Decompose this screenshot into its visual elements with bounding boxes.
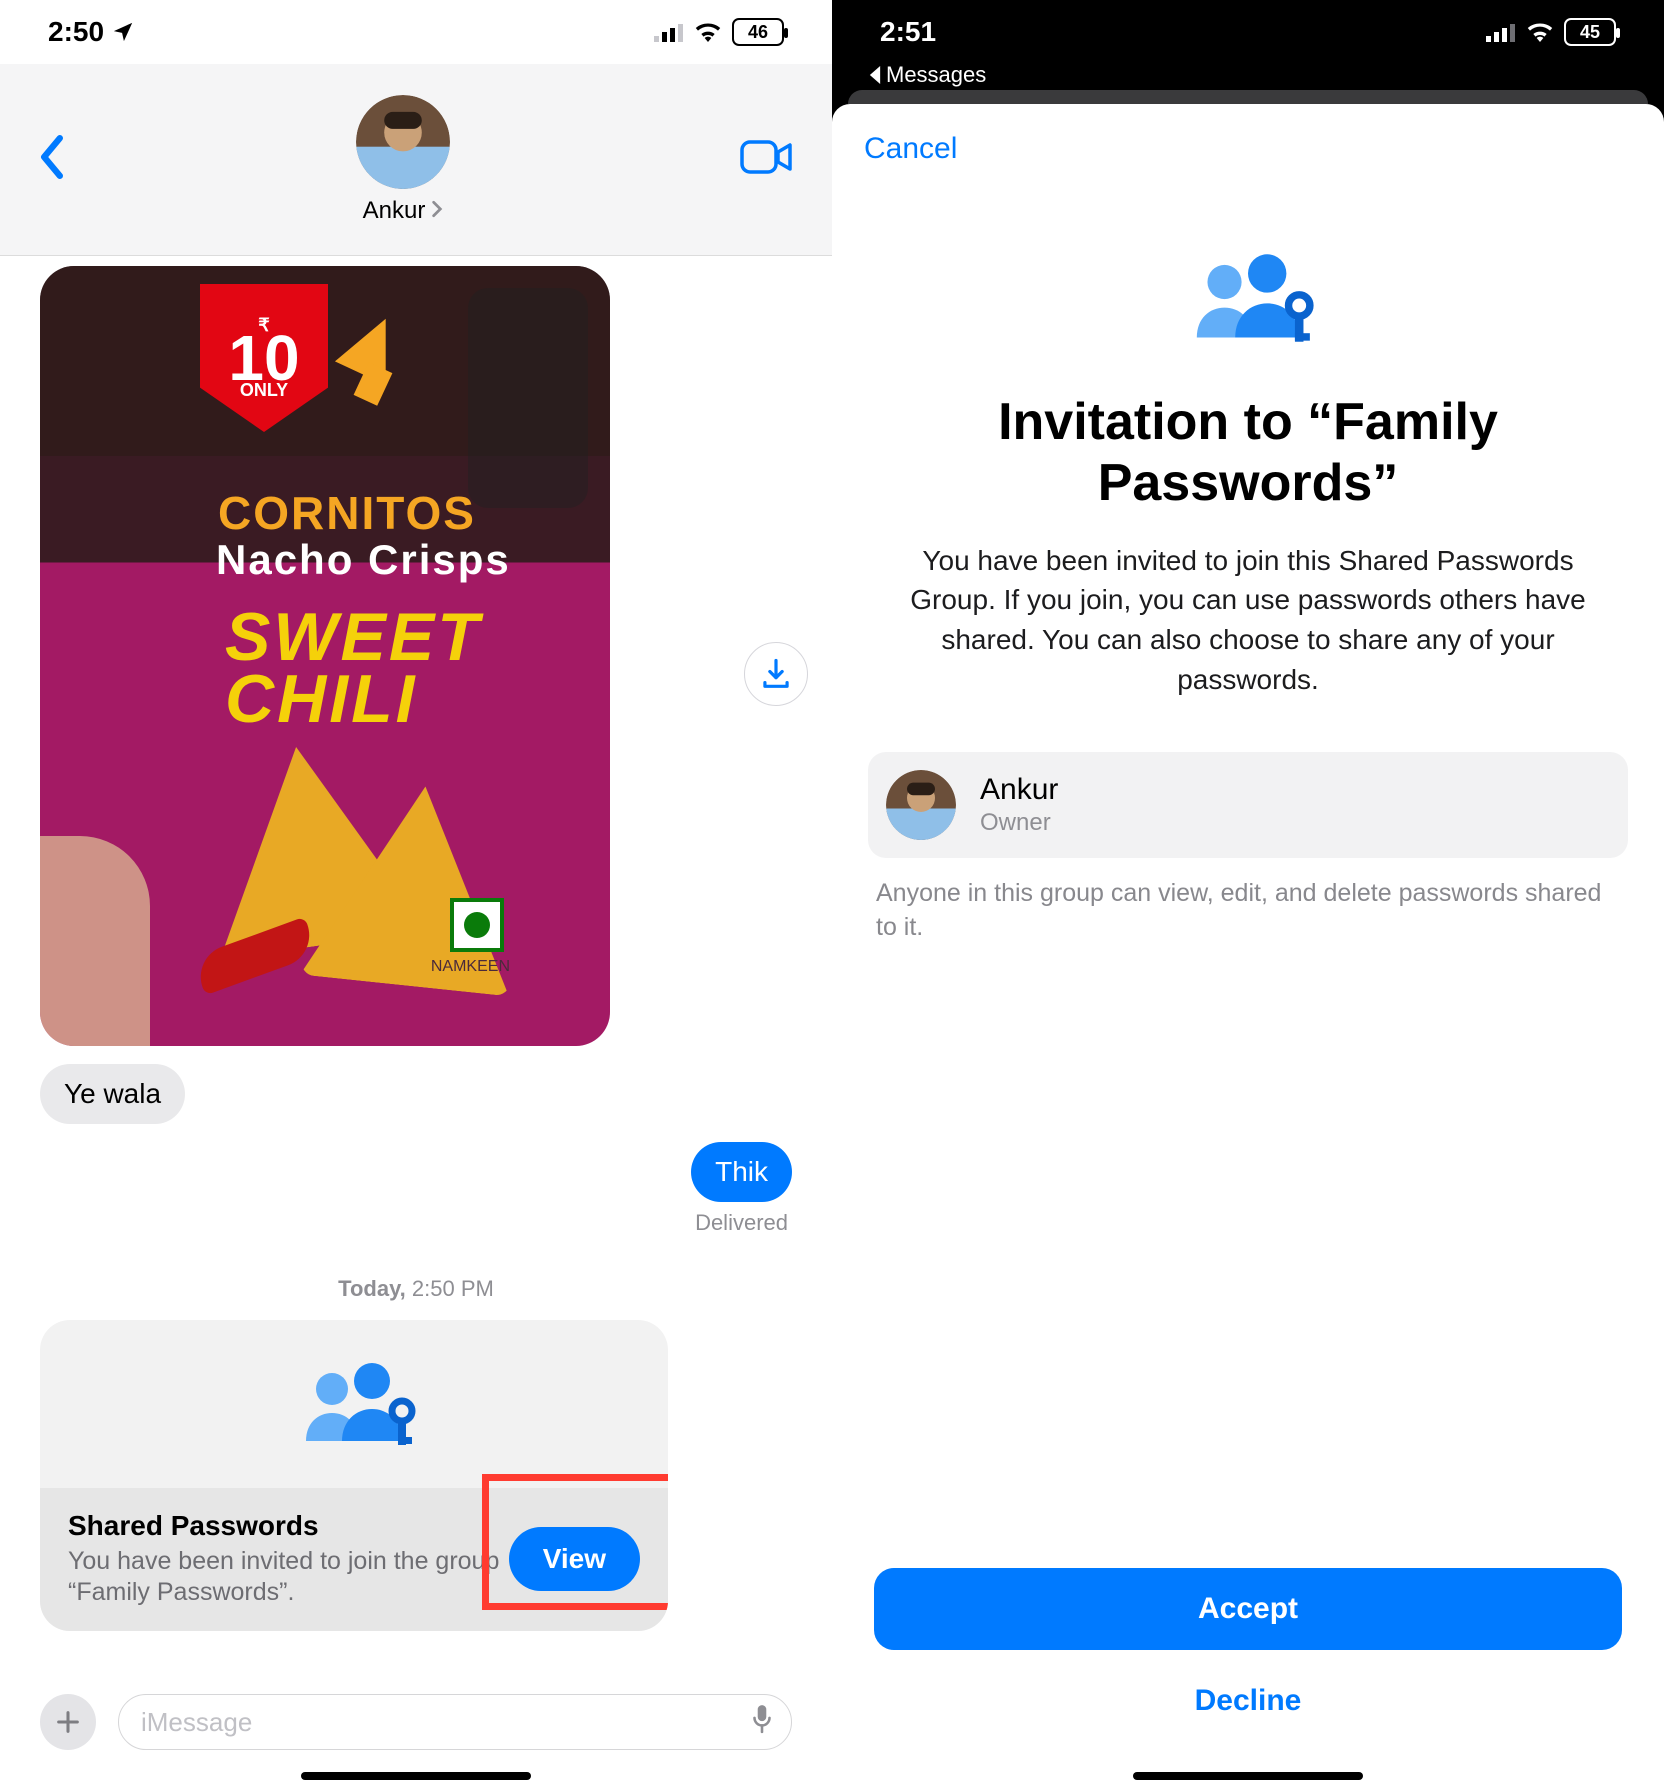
invitation-sheet: Cancel Invitation to “Family Passwords” … [832, 104, 1664, 1792]
invite-description: You have been invited to join the group … [68, 1546, 509, 1609]
chevron-right-icon [431, 197, 443, 225]
annotation-highlight [482, 1474, 668, 1610]
sheet-background-peek [848, 90, 1648, 104]
cellular-signal-icon [654, 22, 684, 42]
owner-role: Owner [980, 809, 1058, 837]
save-image-button[interactable] [744, 642, 808, 706]
accept-button[interactable]: Accept [874, 1568, 1622, 1650]
status-time: 2:50 [48, 16, 104, 48]
contact-name: Ankur [363, 197, 426, 225]
outgoing-message[interactable]: Thik [691, 1142, 792, 1202]
timestamp: Today, 2:50 PM [338, 1276, 494, 1302]
wifi-icon [1526, 22, 1554, 42]
battery-indicator: 45 [1564, 18, 1616, 46]
owner-card[interactable]: Ankur Owner [868, 752, 1628, 858]
invite-title: Shared Passwords [68, 1510, 509, 1542]
home-indicator[interactable] [1133, 1772, 1363, 1780]
messages-screen: 2:50 46 Ankur [0, 0, 832, 1792]
status-bar: 2:51 45 [832, 0, 1664, 64]
attach-button[interactable] [40, 1694, 96, 1750]
contact-avatar [356, 95, 450, 189]
invitation-title: Invitation to “Family Passwords” [868, 392, 1628, 515]
messages-list[interactable]: ₹ 10 ONLY CORNITOS Nacho Crisps SWEET CH… [0, 256, 832, 1678]
facetime-button[interactable] [740, 138, 794, 181]
contact-info[interactable]: Ankur [356, 95, 450, 225]
invitation-description: You have been invited to join this Share… [868, 541, 1628, 700]
status-bar: 2:50 46 [0, 0, 832, 64]
owner-avatar [886, 770, 956, 840]
product-photo: ₹ 10 ONLY CORNITOS Nacho Crisps SWEET CH… [40, 266, 610, 1046]
people-key-icon [1173, 250, 1323, 346]
shared-passwords-card[interactable]: Shared Passwords You have been invited t… [40, 1320, 668, 1631]
group-permissions-note: Anyone in this group can view, edit, and… [876, 876, 1620, 945]
status-time: 2:51 [880, 16, 936, 48]
back-to-app[interactable]: Messages [832, 60, 1664, 90]
location-icon [112, 21, 134, 43]
battery-indicator: 46 [732, 18, 784, 46]
conversation-header: Ankur [0, 64, 832, 256]
decline-button[interactable]: Decline [874, 1662, 1622, 1740]
invitation-screen: 2:51 45 Messages Cancel [832, 0, 1664, 1792]
cancel-button[interactable]: Cancel [864, 132, 957, 165]
wifi-icon [694, 22, 722, 42]
back-button[interactable] [38, 135, 66, 184]
message-placeholder: iMessage [141, 1707, 252, 1738]
people-key-icon [284, 1359, 424, 1449]
incoming-message[interactable]: Ye wala [40, 1064, 185, 1124]
photo-message[interactable]: ₹ 10 ONLY CORNITOS Nacho Crisps SWEET CH… [40, 266, 610, 1046]
owner-name: Ankur [980, 773, 1058, 807]
cellular-signal-icon [1486, 22, 1516, 42]
dictate-icon[interactable] [751, 1704, 773, 1741]
message-input[interactable]: iMessage [118, 1694, 792, 1750]
delivered-status: Delivered [695, 1210, 788, 1236]
home-indicator[interactable] [301, 1772, 531, 1780]
compose-bar: iMessage [0, 1678, 832, 1758]
